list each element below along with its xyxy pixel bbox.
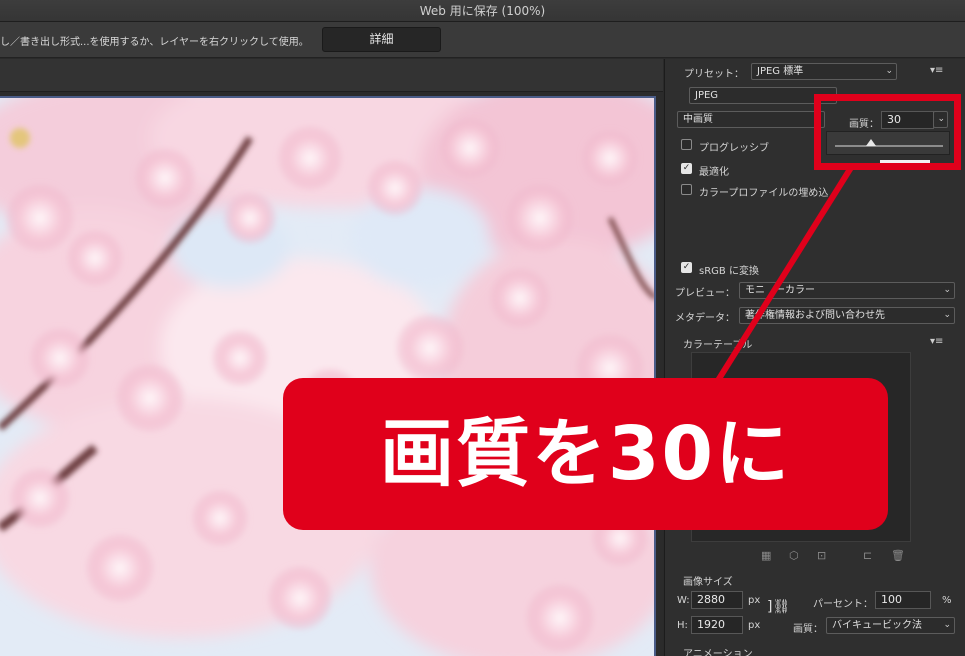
format-value: JPEG (695, 90, 719, 101)
embed-profile-label: カラープロファイルの埋め込 (699, 188, 829, 199)
constrain-link-icon[interactable]: ]⛓ (767, 599, 790, 615)
percent-label: パーセント： (813, 599, 873, 610)
metadata-label: メタデータ： (675, 313, 735, 324)
web-snap-icon[interactable]: ▦ (761, 549, 771, 562)
lock-icon[interactable]: ⊡ (817, 549, 826, 562)
progressive-label: プログレッシブ (699, 143, 769, 154)
preset-select[interactable]: JPEG 標準 ⌄ (751, 63, 897, 80)
export-hint-text: し／書き出し形式...を使用するか、レイヤーを右クリックして使用。 (0, 37, 309, 48)
preset-menu-icon[interactable]: ▾≡ (930, 65, 943, 76)
resample-label: 画質： (793, 624, 823, 635)
chevron-down-icon: ⌄ (885, 66, 893, 76)
annotation-banner: 画質を30に (283, 378, 888, 530)
image-size-heading: 画像サイズ (683, 577, 733, 588)
quality-level-select[interactable]: 中画質 (677, 111, 825, 128)
preview-area (0, 59, 663, 656)
height-label: H: (677, 620, 688, 631)
resample-select[interactable]: バイキュービック法 ⌄ (826, 617, 955, 634)
metadata-value: 著作権情報および問い合わせ先 (745, 310, 885, 321)
color-table-label: カラーテーブル (683, 340, 753, 351)
chevron-down-icon: ⌄ (943, 285, 951, 295)
resample-value: バイキュービック法 (832, 620, 922, 631)
width-label: W: (677, 595, 690, 606)
width-unit: px (748, 595, 761, 606)
preset-label: プリセット： (684, 69, 744, 80)
highlight-box (814, 94, 961, 170)
height-input[interactable]: 1920 (691, 616, 743, 634)
percent-input[interactable]: 100 (875, 591, 931, 609)
preview-label: プレビュー： (675, 288, 735, 299)
width-input[interactable]: 2880 (691, 591, 743, 609)
preview-select[interactable]: モニ ーカラー ⌄ (739, 282, 955, 299)
window-title: Web 用に保存 (100%) (0, 0, 965, 22)
chevron-down-icon: ⌄ (943, 310, 951, 320)
preview-value: モニ ーカラー (745, 285, 815, 296)
srgb-checkbox[interactable]: ✓ (681, 262, 692, 273)
optimize-label: 最適化 (699, 167, 729, 178)
detail-button[interactable]: 詳細 (322, 27, 441, 52)
new-color-icon[interactable]: ⊏ (863, 549, 872, 562)
top-toolbar: し／書き出し形式...を使用するか、レイヤーを右クリックして使用。 詳細 (0, 22, 965, 58)
trash-icon[interactable]: 🗑 (891, 549, 905, 562)
quality-level-value: 中画質 (683, 114, 713, 125)
preview-image[interactable] (0, 96, 656, 656)
progressive-checkbox[interactable] (681, 139, 692, 150)
metadata-select[interactable]: 著作権情報および問い合わせ先 ⌄ (739, 307, 955, 324)
preview-tabbar (0, 59, 663, 92)
height-unit: px (748, 620, 761, 631)
cube-icon[interactable]: ⬡ (789, 549, 799, 562)
embed-profile-checkbox[interactable] (681, 184, 692, 195)
preset-value: JPEG 標準 (757, 66, 804, 77)
color-table-menu-icon[interactable]: ▾≡ (930, 336, 943, 347)
animation-heading: アニメーション (683, 649, 753, 656)
optimize-checkbox[interactable]: ✓ (681, 163, 692, 174)
chevron-down-icon: ⌄ (943, 620, 951, 630)
srgb-label: sRGB に変換 (699, 266, 759, 277)
percent-unit: % (942, 595, 952, 606)
cherry-blossom-photo (0, 98, 654, 656)
